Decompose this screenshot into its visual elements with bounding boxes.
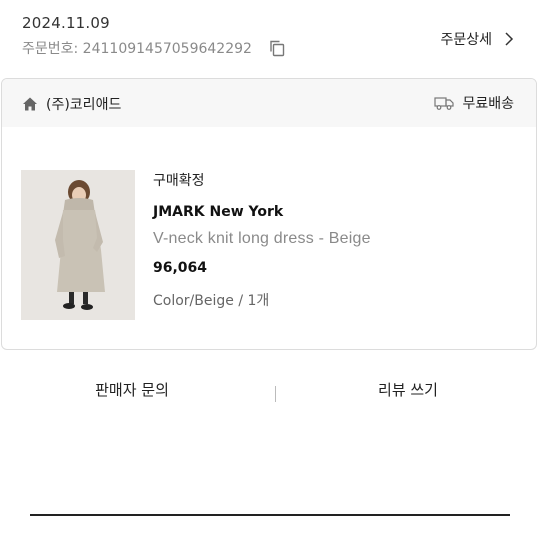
purchase-status: 구매확정 bbox=[153, 173, 205, 189]
order-date: 2024.11.09 bbox=[22, 14, 110, 32]
home-icon bbox=[23, 97, 37, 111]
order-detail-label: 주문상세 bbox=[440, 32, 492, 48]
shipping-label: 무료배송 bbox=[462, 96, 514, 112]
chevron-right-icon bbox=[505, 32, 514, 46]
shipping-info: 무료배송 bbox=[434, 93, 514, 113]
seller-link[interactable]: (주)코리애드 bbox=[22, 94, 121, 114]
card-header: (주)코리애드 무료배송 bbox=[2, 79, 536, 127]
seller-name: (주)코리애드 bbox=[46, 97, 122, 113]
action-divider bbox=[275, 386, 276, 402]
truck-icon bbox=[434, 97, 455, 110]
seller-inquiry-button[interactable]: 판매자 문의 bbox=[32, 370, 232, 410]
order-detail-link[interactable]: 주문상세 bbox=[440, 29, 514, 49]
product-brand[interactable]: JMARK New York bbox=[153, 204, 371, 220]
product-image[interactable] bbox=[21, 170, 135, 320]
product-name[interactable]: V-neck knit long dress - Beige bbox=[153, 230, 371, 248]
product-option: Color/Beige / 1개 bbox=[153, 293, 270, 309]
order-item-card: (주)코리애드 무료배송 구매확정 JMARK New York V-neck … bbox=[1, 78, 537, 350]
order-actions: 판매자 문의 리뷰 쓰기 bbox=[0, 370, 540, 410]
product-price: 96,064 bbox=[153, 260, 208, 276]
order-number-row: 주문번호: 2411091457059642292 bbox=[22, 38, 286, 58]
bottom-divider bbox=[30, 514, 510, 516]
write-review-button[interactable]: 리뷰 쓰기 bbox=[308, 370, 508, 410]
product-info: 구매확정 JMARK New York V-neck knit long dre… bbox=[153, 170, 371, 310]
copy-icon[interactable] bbox=[268, 39, 286, 57]
order-number: 주문번호: 2411091457059642292 bbox=[22, 41, 252, 57]
